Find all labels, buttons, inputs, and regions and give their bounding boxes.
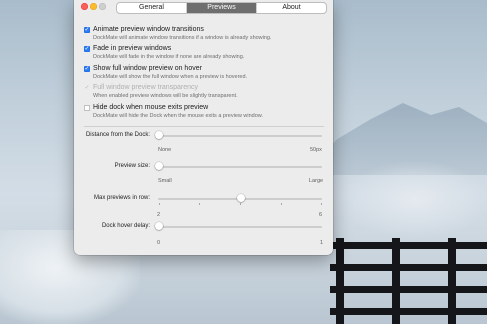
close-button[interactable]	[81, 3, 88, 10]
slider-max-label: 50px	[310, 147, 322, 153]
wallpaper-cloud	[340, 160, 487, 240]
wallpaper-fence	[330, 238, 487, 324]
option-description: When enabled preview windows will be sli…	[93, 93, 238, 99]
preview-transparency-checkbox: ✓	[84, 85, 90, 91]
slider-min-label: 2	[157, 212, 161, 218]
tab-bar: General Previews About	[116, 2, 327, 14]
divider	[84, 126, 324, 127]
slider-tick	[159, 203, 160, 205]
fade-in-checkbox[interactable]: ✓	[84, 46, 90, 52]
slider-max-label: 6	[319, 212, 323, 218]
check-icon: ✓	[84, 46, 90, 52]
hover-delay-slider-knob[interactable]	[155, 222, 163, 230]
option-title: Animate preview window transitions	[93, 26, 204, 33]
slider-min-label: Small	[158, 178, 172, 184]
option-title: Show full window preview on hover	[93, 65, 202, 72]
preview-size-slider-knob[interactable]	[155, 162, 163, 170]
tab-previews[interactable]: Previews	[187, 3, 257, 13]
slider-tick	[199, 203, 200, 205]
option-title: Hide dock when mouse exits preview	[93, 104, 209, 111]
option-title: Full window preview transparency	[93, 84, 199, 91]
tab-general[interactable]: General	[117, 3, 187, 13]
hide-dock-checkbox[interactable]	[84, 105, 90, 111]
full-window-preview-checkbox[interactable]: ✓	[84, 66, 90, 72]
slider-label: Distance from the Dock:	[85, 132, 150, 138]
preferences-window: General Previews About ✓ Animate preview…	[74, 0, 333, 255]
max-previews-slider-knob[interactable]	[237, 194, 245, 202]
tab-about[interactable]: About	[257, 3, 326, 13]
option-description: DockMate will fade in the window if none…	[93, 54, 245, 60]
distance-slider-track[interactable]	[158, 135, 322, 137]
slider-min-label: 0	[157, 240, 161, 246]
hover-delay-slider-track[interactable]	[158, 226, 322, 228]
option-description: DockMate will show the full window when …	[93, 74, 248, 80]
slider-min-label: None	[158, 147, 172, 153]
option-title: Fade in preview windows	[93, 45, 172, 52]
slider-tick	[321, 203, 322, 205]
minimize-button[interactable]	[90, 3, 97, 10]
slider-max-label: 1	[320, 240, 324, 246]
check-icon: ✓	[84, 66, 90, 72]
option-description: DockMate will animate window transitions…	[93, 35, 272, 41]
preview-size-slider-track[interactable]	[158, 166, 322, 168]
slider-tick	[240, 203, 241, 205]
slider-label: Dock hover delay:	[101, 223, 150, 229]
distance-slider-knob[interactable]	[155, 131, 163, 139]
slider-label: Max previews in row:	[93, 195, 150, 201]
zoom-button[interactable]	[99, 3, 106, 10]
check-icon: ✓	[84, 27, 90, 33]
option-description: DockMate will hide the Dock when the mou…	[93, 113, 263, 119]
slider-max-label: Large	[309, 178, 324, 184]
animate-transitions-checkbox[interactable]: ✓	[84, 27, 90, 33]
check-icon: ✓	[84, 85, 90, 91]
slider-tick	[281, 203, 282, 205]
slider-label: Preview size:	[114, 163, 150, 169]
title-bar: General Previews About	[74, 0, 333, 14]
